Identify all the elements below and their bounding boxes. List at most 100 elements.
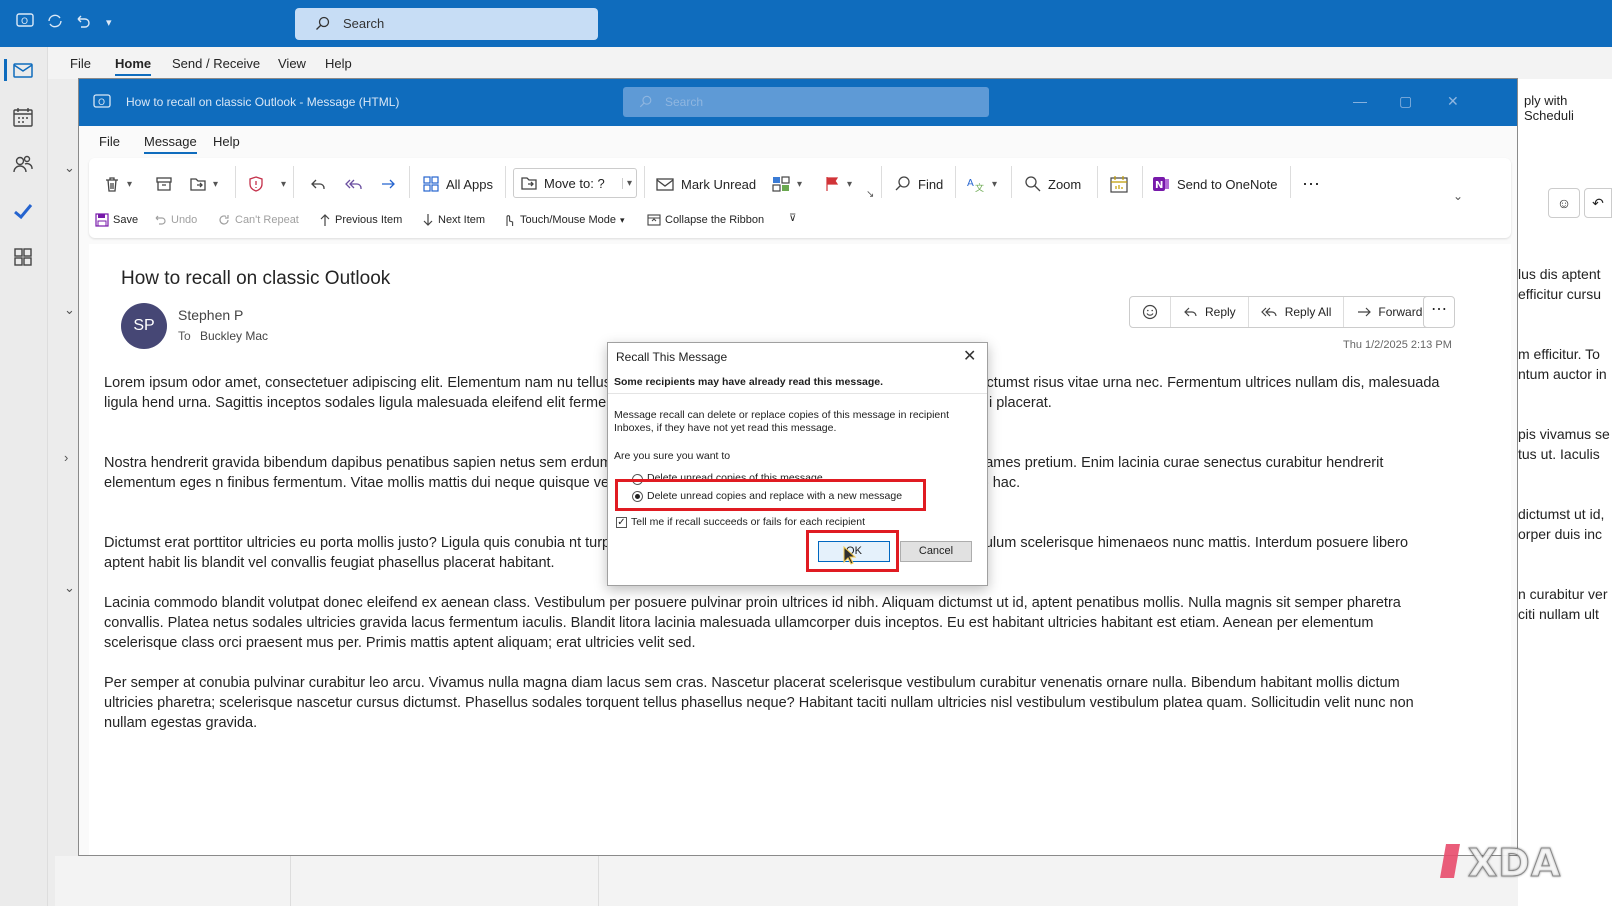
- qat-touch-mouse-button[interactable]: Touch/Mouse Mode ▾: [502, 213, 625, 227]
- reply-ribbon-button[interactable]: [309, 170, 327, 198]
- qat-undo-button[interactable]: Undo: [153, 213, 197, 227]
- more-actions-icon[interactable]: ⋯: [1423, 296, 1455, 328]
- group-dialog-launcher-icon[interactable]: ↘: [866, 180, 874, 208]
- more-options-icon[interactable]: ⋯: [1302, 170, 1321, 198]
- categorize-button[interactable]: ▾: [771, 170, 802, 198]
- apps-grid-icon[interactable]: [12, 246, 36, 270]
- translate-button[interactable]: A文 ▾: [966, 170, 997, 198]
- onenote-icon: N: [1153, 177, 1169, 191]
- window-search-placeholder: Search: [665, 95, 704, 109]
- ribbon-options-chevron-icon[interactable]: ⌄: [1453, 182, 1463, 210]
- menu-send-receive[interactable]: Send / Receive: [172, 56, 260, 71]
- collapse-ribbon-icon: [647, 214, 661, 226]
- react-button[interactable]: [1130, 297, 1171, 327]
- svg-text:XDA: XDA: [1468, 841, 1561, 885]
- reply-all-button[interactable]: Reply All: [1249, 297, 1345, 327]
- close-icon[interactable]: ✕: [963, 346, 976, 366]
- send-to-onenote-button[interactable]: N Send to OneNote: [1151, 170, 1277, 198]
- archive-icon: [156, 177, 172, 191]
- menu-home[interactable]: Home: [115, 56, 152, 76]
- save-icon: [95, 213, 109, 227]
- mark-unread-button[interactable]: Mark Unread: [655, 170, 756, 198]
- maximize-icon[interactable]: ▢: [1399, 93, 1412, 110]
- window-search-input[interactable]: Search: [623, 87, 989, 117]
- move-folder-icon: [190, 178, 206, 191]
- qat-previous-item-button[interactable]: Previous Item: [319, 213, 402, 227]
- sender-name[interactable]: Stephen P: [178, 307, 243, 323]
- dialog-question: Are you sure you want to: [614, 450, 731, 462]
- all-apps-label: All Apps: [446, 176, 493, 192]
- collapse-chevron-icon[interactable]: ›: [64, 450, 68, 465]
- outlook-message-icon: O: [93, 93, 111, 112]
- qat-collapse-ribbon-label: Collapse the Ribbon: [665, 214, 765, 226]
- reply-all-label: Reply All: [1284, 305, 1332, 319]
- mouse-cursor-icon: [843, 546, 857, 565]
- expand-chevron-icon[interactable]: ⌄: [64, 302, 75, 318]
- people-icon[interactable]: [12, 153, 36, 177]
- body-paragraph: Per semper at conubia pulvinar curabitur…: [104, 675, 1414, 731]
- menu-help[interactable]: Help: [325, 56, 352, 71]
- folder-pane: [48, 79, 78, 906]
- expand-chevron-icon[interactable]: ⌄: [64, 160, 75, 176]
- dialog-header: Some recipients may have already read th…: [608, 368, 987, 394]
- watermark-logo: XDA: [1440, 836, 1590, 896]
- forward-ribbon-button[interactable]: [379, 170, 397, 198]
- reply-icon[interactable]: ↶: [1584, 188, 1612, 218]
- svg-text:O: O: [21, 17, 28, 27]
- qat-collapse-ribbon-button[interactable]: Collapse the Ribbon: [647, 213, 764, 227]
- find-label: Find: [918, 176, 944, 192]
- active-indicator: [4, 59, 7, 81]
- avatar[interactable]: SP: [121, 303, 167, 349]
- sync-icon[interactable]: [46, 12, 64, 34]
- right-pane-text: orper duis inc: [1518, 526, 1603, 542]
- reply-all-icon: [1260, 307, 1277, 317]
- recall-report-checkbox[interactable]: ✓: [616, 517, 627, 528]
- move-button[interactable]: ▾: [189, 170, 218, 198]
- tab-message[interactable]: Message: [144, 134, 197, 154]
- tab-help[interactable]: Help: [213, 134, 240, 149]
- customize-chevron-icon[interactable]: ▾: [106, 16, 112, 29]
- delete-button[interactable]: ▾: [103, 170, 132, 198]
- shield-icon: [249, 176, 263, 192]
- reply-button[interactable]: Reply: [1171, 297, 1249, 327]
- chevron-down-icon: ▾: [127, 178, 133, 190]
- chevron-down-icon: ▾: [620, 214, 625, 225]
- search-placeholder: Search: [343, 16, 385, 31]
- find-button[interactable]: Find: [894, 170, 943, 198]
- close-icon[interactable]: ✕: [1447, 93, 1459, 110]
- right-pane-text: n curabitur ver: [1518, 586, 1608, 602]
- archive-button[interactable]: [155, 170, 173, 198]
- qat-next-item-button[interactable]: Next Item: [422, 213, 485, 227]
- zoom-button[interactable]: Zoom: [1024, 170, 1081, 198]
- svg-text:O: O: [98, 98, 105, 108]
- forward-button[interactable]: Forward: [1344, 297, 1434, 327]
- cancel-button[interactable]: Cancel: [900, 541, 972, 562]
- emoji-icon[interactable]: ☺: [1548, 188, 1580, 218]
- todo-check-icon[interactable]: [12, 200, 36, 224]
- qat-save-button[interactable]: Save: [95, 213, 138, 227]
- menu-file[interactable]: File: [70, 56, 91, 71]
- qat-repeat-button[interactable]: Can't Repeat: [217, 213, 299, 227]
- move-to-dropdown[interactable]: Move to: ? ▾: [513, 168, 637, 198]
- all-apps-button[interactable]: All Apps: [422, 170, 493, 198]
- report-button[interactable]: ▾: [247, 170, 286, 198]
- search-input[interactable]: Search: [295, 8, 598, 40]
- flag-button[interactable]: ▾: [823, 170, 852, 198]
- minimize-icon[interactable]: —: [1353, 93, 1367, 109]
- viva-insights-button[interactable]: [1109, 170, 1129, 198]
- reply-all-ribbon-button[interactable]: [344, 170, 364, 198]
- chevron-down-icon: ▾: [992, 178, 998, 190]
- flag-icon: [826, 177, 839, 191]
- recall-report-label[interactable]: Tell me if recall succeeds or fails for …: [631, 516, 865, 528]
- customize-qat-icon[interactable]: ⊽: [789, 213, 796, 224]
- repeat-icon: [219, 215, 229, 225]
- recipient-name[interactable]: Buckley Mac: [200, 329, 268, 343]
- expand-chevron-icon[interactable]: ⌄: [64, 580, 75, 596]
- arrow-down-icon: [423, 214, 433, 226]
- svg-text:N: N: [1155, 180, 1163, 191]
- mail-icon[interactable]: [12, 59, 36, 83]
- tab-file[interactable]: File: [99, 134, 120, 149]
- calendar-icon[interactable]: [12, 106, 36, 130]
- menu-view[interactable]: View: [278, 56, 306, 71]
- undo-icon[interactable]: [74, 12, 92, 34]
